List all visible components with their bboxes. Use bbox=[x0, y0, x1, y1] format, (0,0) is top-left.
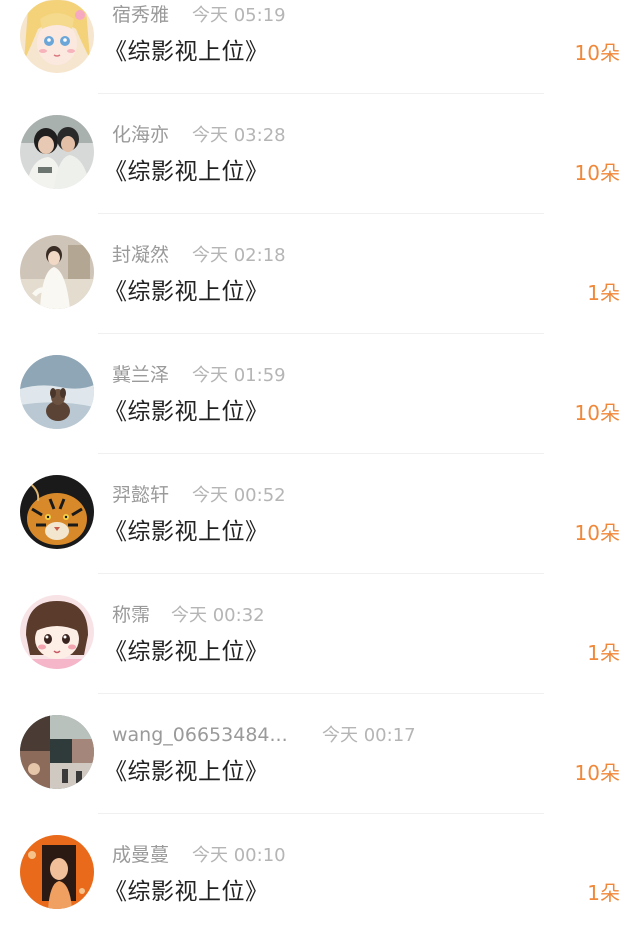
book-title[interactable]: 《综影视上位》 bbox=[104, 277, 269, 307]
gift-count: 1朵 bbox=[587, 641, 620, 665]
orange-portrait-avatar[interactable] bbox=[20, 835, 94, 909]
gift-count: 10朵 bbox=[574, 41, 620, 65]
person-white-dress-avatar[interactable] bbox=[20, 235, 94, 309]
timestamp: 今天 00:52 bbox=[192, 485, 286, 506]
user-name[interactable]: 冀兰泽 bbox=[112, 363, 169, 387]
book-title[interactable]: 《综影视上位》 bbox=[104, 757, 269, 787]
divider bbox=[98, 213, 544, 214]
timestamp: 今天 05:19 bbox=[192, 5, 286, 26]
divider bbox=[98, 573, 544, 574]
cartoon-girl-avatar[interactable] bbox=[20, 595, 94, 669]
list-item[interactable]: 化海亦 今天 03:28 《综影视上位》 10朵 bbox=[0, 95, 640, 215]
timestamp: 今天 01:59 bbox=[192, 365, 286, 386]
book-title[interactable]: 《综影视上位》 bbox=[104, 37, 269, 67]
list-item[interactable]: 冀兰泽 今天 01:59 《综影视上位》 10朵 bbox=[0, 335, 640, 455]
gift-count: 10朵 bbox=[574, 161, 620, 185]
book-title[interactable]: 《综影视上位》 bbox=[104, 877, 269, 907]
gift-record-list: 宿秀雅 今天 05:19 《综影视上位》 10朵 化海亦 今天 03:28 《综… bbox=[0, 0, 640, 931]
book-title[interactable]: 《综影视上位》 bbox=[104, 157, 269, 187]
list-item[interactable]: 成曼蔓 今天 00:10 《综影视上位》 1朵 bbox=[0, 815, 640, 935]
timestamp: 今天 02:18 bbox=[192, 245, 286, 266]
gift-count: 10朵 bbox=[574, 401, 620, 425]
timestamp: 今天 00:10 bbox=[192, 845, 286, 866]
divider bbox=[98, 693, 544, 694]
book-title[interactable]: 《综影视上位》 bbox=[104, 637, 269, 667]
book-title[interactable]: 《综影视上位》 bbox=[104, 397, 269, 427]
user-name[interactable]: 成曼蔓 bbox=[112, 843, 169, 867]
divider bbox=[98, 453, 544, 454]
tiger-avatar[interactable] bbox=[20, 475, 94, 549]
list-item[interactable]: 羿懿轩 今天 00:52 《综影视上位》 10朵 bbox=[0, 455, 640, 575]
gift-count: 1朵 bbox=[587, 281, 620, 305]
user-name[interactable]: 化海亦 bbox=[112, 123, 169, 147]
user-name[interactable]: 羿懿轩 bbox=[112, 483, 169, 507]
divider bbox=[98, 93, 544, 94]
collage-photo-avatar[interactable] bbox=[20, 715, 94, 789]
anime-girl-avatar[interactable] bbox=[20, 0, 94, 73]
dog-seascape-avatar[interactable] bbox=[20, 355, 94, 429]
timestamp: 今天 00:17 bbox=[322, 725, 416, 746]
user-name[interactable]: 宿秀雅 bbox=[112, 3, 169, 27]
list-item[interactable]: 称霈 今天 00:32 《综影视上位》 1朵 bbox=[0, 575, 640, 695]
gift-count: 1朵 bbox=[587, 881, 620, 905]
list-item[interactable]: 宿秀雅 今天 05:19 《综影视上位》 10朵 bbox=[0, 0, 640, 95]
list-item[interactable]: wang_06653484... 今天 00:17 《综影视上位》 10朵 bbox=[0, 695, 640, 815]
couple-photo-avatar[interactable] bbox=[20, 115, 94, 189]
timestamp: 今天 03:28 bbox=[192, 125, 286, 146]
user-name[interactable]: 称霈 bbox=[112, 603, 150, 627]
gift-count: 10朵 bbox=[574, 761, 620, 785]
book-title[interactable]: 《综影视上位》 bbox=[104, 517, 269, 547]
timestamp: 今天 00:32 bbox=[171, 605, 265, 626]
gift-count: 10朵 bbox=[574, 521, 620, 545]
user-name[interactable]: 封凝然 bbox=[112, 243, 169, 267]
divider bbox=[98, 333, 544, 334]
user-name[interactable]: wang_06653484... bbox=[112, 723, 288, 747]
list-item[interactable]: 封凝然 今天 02:18 《综影视上位》 1朵 bbox=[0, 215, 640, 335]
divider bbox=[98, 813, 544, 814]
